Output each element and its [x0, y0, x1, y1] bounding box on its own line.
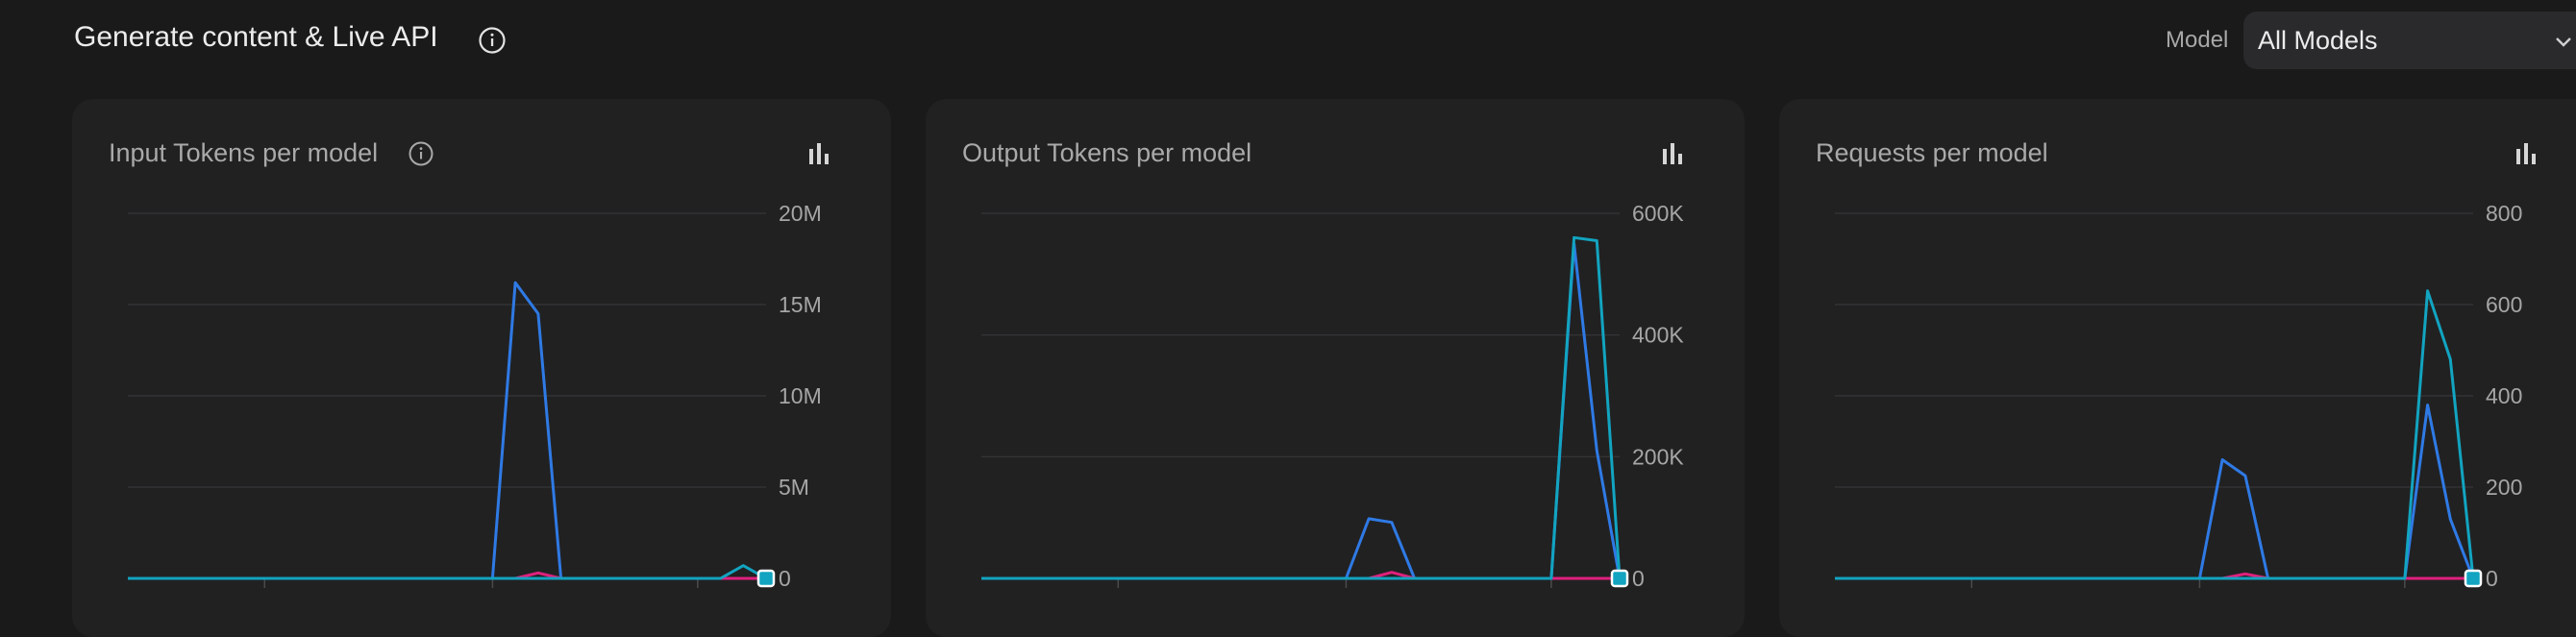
model-select[interactable]: All Models	[2243, 12, 2576, 69]
page-title: Generate content & Live API	[74, 21, 438, 53]
y-tick-label: 600K	[1632, 201, 1684, 226]
y-tick-label: 600	[2486, 292, 2522, 317]
series-line	[1835, 289, 2475, 580]
model-select-value: All Models	[2258, 26, 2378, 55]
section-header: Generate content & Live API Model All Mo…	[0, 0, 2576, 86]
series-line	[128, 564, 767, 580]
output-tokens-chart: 0 200K 400K 600K	[981, 201, 1684, 591]
y-tick-label: 400K	[1632, 323, 1684, 348]
series-line	[128, 281, 766, 580]
y-tick-label: 800	[2486, 201, 2522, 226]
y-tick-label: 200	[2486, 475, 2522, 500]
series-line	[981, 242, 1622, 580]
y-tick-label: 20M	[779, 201, 822, 226]
input-tokens-chart-card: Input Tokens per model 0 5M 10M 15M 20M	[72, 99, 891, 637]
y-tick-label: 0	[2486, 566, 2498, 591]
model-filter-label: Model	[2166, 27, 2229, 53]
y-tick-label: 400	[2486, 383, 2522, 408]
y-tick-label: 200K	[1632, 444, 1684, 469]
chevron-down-icon	[2556, 37, 2571, 47]
hover-point-marker[interactable]	[1610, 569, 1629, 588]
y-tick-label: 5M	[779, 475, 809, 500]
output-tokens-chart-card: Output Tokens per model 0 200K 400K 600K	[926, 99, 1745, 637]
hover-point-marker[interactable]	[2464, 569, 2483, 588]
y-tick-label: 10M	[779, 383, 822, 408]
requests-chart-card: Requests per model 0 200 400 600 800	[1779, 99, 2576, 637]
series-line	[981, 235, 1622, 580]
input-tokens-chart: 0 5M 10M 15M 20M	[128, 201, 822, 591]
requests-chart: 0 200 400 600 800	[1835, 201, 2522, 591]
info-circle-icon[interactable]	[478, 26, 507, 55]
series-line	[1835, 404, 2475, 580]
y-tick-label: 15M	[779, 292, 822, 317]
y-tick-label: 0	[1632, 566, 1645, 591]
hover-point-marker[interactable]	[756, 569, 776, 588]
y-tick-label: 0	[779, 566, 791, 591]
